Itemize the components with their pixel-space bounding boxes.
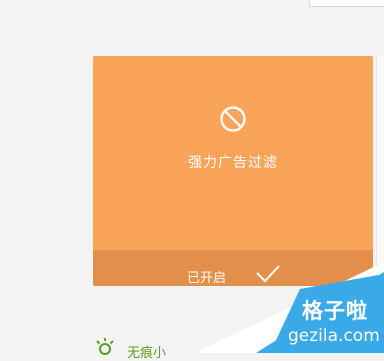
ad-filter-card[interactable]: 强力广告过滤 已开启: [93, 56, 373, 286]
card-title: 强力广告过滤: [188, 155, 278, 171]
ban-icon: [220, 106, 246, 132]
top-input-edge[interactable]: [309, 0, 384, 7]
check-icon: [256, 265, 280, 283]
card-status-toggle[interactable]: 已开启: [93, 250, 373, 286]
adjacent-card-edge[interactable]: [376, 56, 384, 286]
traceless-label: 无痕小: [127, 346, 167, 361]
status-label: 已开启: [187, 271, 227, 286]
watermark-name: 格子啦: [302, 299, 368, 323]
watermark-url: gezila.com: [288, 326, 380, 346]
card-main-area[interactable]: 强力广告过滤: [93, 56, 373, 250]
lightbulb-icon: [96, 338, 114, 355]
